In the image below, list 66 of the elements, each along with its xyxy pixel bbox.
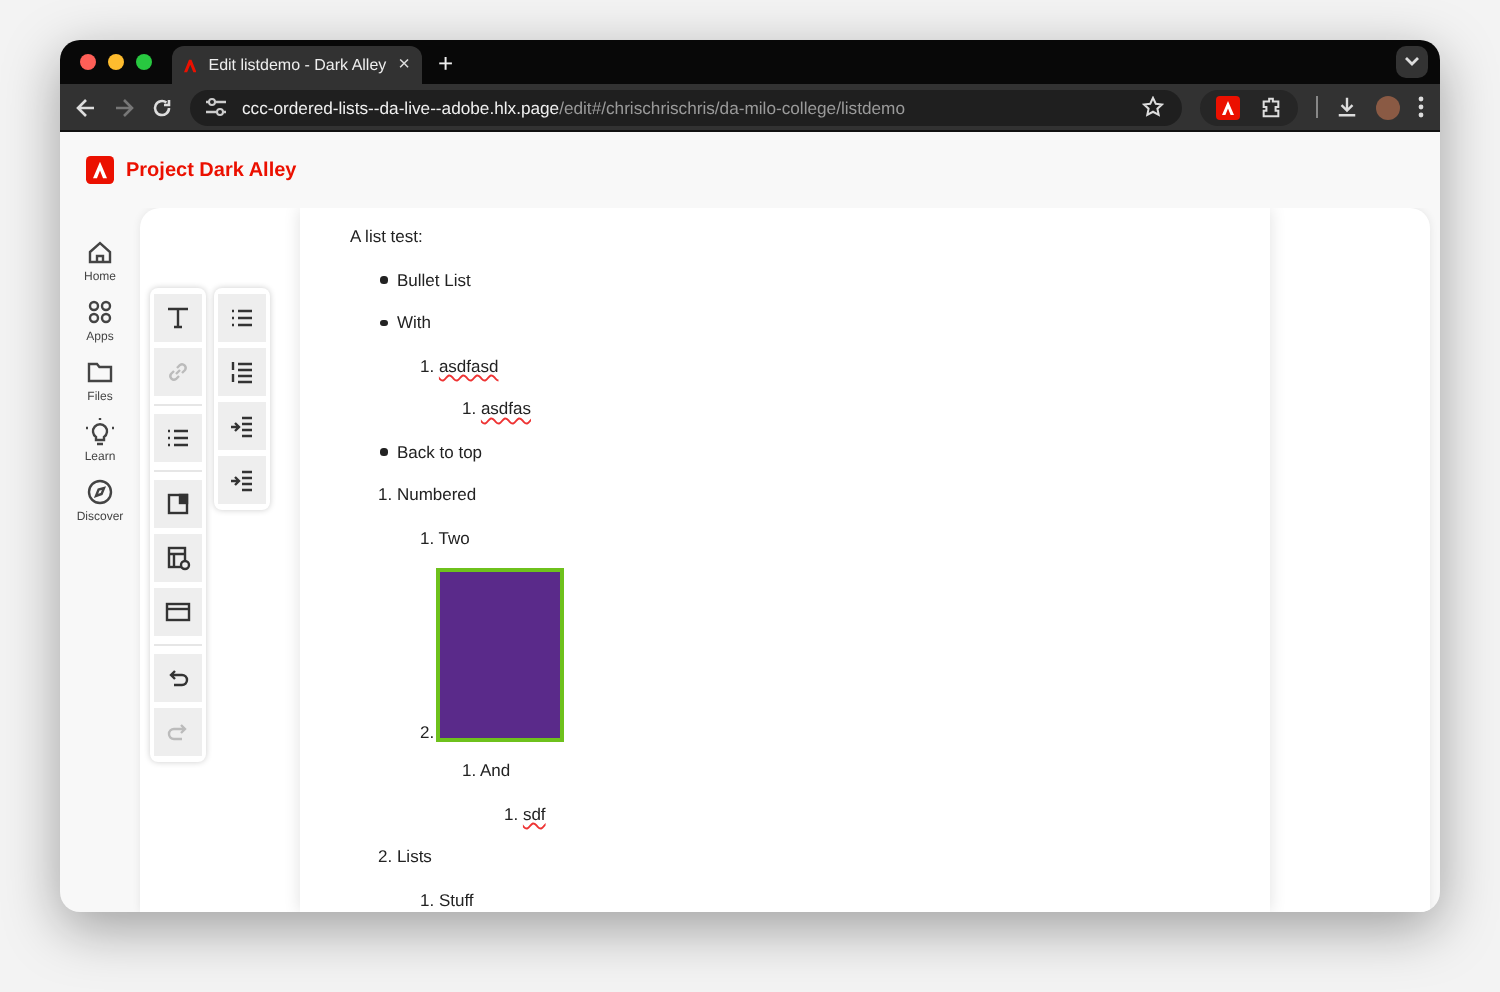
- list-item: 1. asdfas: [462, 396, 531, 420]
- indent-icon: [228, 412, 256, 440]
- indent-button[interactable]: [218, 402, 266, 450]
- reload-icon[interactable]: [152, 97, 172, 117]
- paragraph-text: A list test:: [350, 224, 425, 250]
- url-text: ccc-ordered-lists--da-live--adobe.hlx.page/edit#/chrischrischris/da-milo-college/listdemo: [242, 97, 905, 117]
- redo-icon: [164, 718, 192, 746]
- table-icon: [164, 544, 192, 572]
- logo-icon[interactable]: [86, 156, 114, 184]
- caret-icon: [1404, 56, 1420, 68]
- puzzle-icon[interactable]: [1260, 96, 1282, 118]
- site-settings-icon[interactable]: [206, 98, 226, 116]
- tab-title: Edit listdemo - Dark Alley: [208, 56, 387, 74]
- bullet-list-button[interactable]: [218, 294, 266, 342]
- block-icon: [164, 490, 192, 518]
- undo-icon: [164, 664, 192, 692]
- address-bar[interactable]: ccc-ordered-lists--da-live--adobe.hlx.page/edit#/chrischrischris/da-milo-college/listdemo: [190, 89, 1182, 125]
- menu-icon[interactable]: [1418, 96, 1424, 118]
- bookmark-star-icon[interactable]: [1142, 96, 1164, 118]
- tab-search-button[interactable]: [1396, 46, 1428, 78]
- minimize-window-icon[interactable]: [108, 54, 124, 70]
- discover-icon: [86, 478, 114, 506]
- app-title[interactable]: Project Dark Alley: [126, 159, 297, 181]
- list-button[interactable]: [154, 414, 202, 462]
- list-item: 1. Two: [420, 525, 470, 549]
- browser-tab[interactable]: Edit listdemo - Dark Alley ×: [172, 46, 422, 84]
- section-icon: [164, 598, 192, 626]
- section-button[interactable]: [154, 588, 202, 636]
- close-tab-button[interactable]: ×: [398, 55, 410, 75]
- bullet-icon: [380, 448, 387, 455]
- files-icon: [86, 358, 114, 386]
- close-window-icon[interactable]: [80, 54, 96, 70]
- list-item: 1. And: [462, 758, 511, 782]
- link-icon: [164, 358, 192, 386]
- new-tab-button[interactable]: +: [438, 49, 454, 75]
- numbered-list-button[interactable]: [218, 348, 266, 396]
- download-icon[interactable]: [1336, 96, 1358, 118]
- list-item: 1. Numbered: [378, 482, 477, 506]
- list-item: Bullet List: [397, 267, 471, 291]
- list-item: 2. Lists: [378, 844, 432, 868]
- undo-button[interactable]: [154, 654, 202, 702]
- learn-icon: [85, 418, 114, 446]
- extension-icon[interactable]: [1216, 95, 1240, 119]
- list-item: 1. sdf: [504, 801, 546, 825]
- list-item: Back to top: [397, 439, 483, 463]
- outdent-button[interactable]: [218, 456, 266, 504]
- list-item: 1. Stuff: [420, 887, 474, 911]
- block-button[interactable]: [154, 480, 202, 528]
- back-icon[interactable]: [76, 97, 96, 117]
- apps-icon: [86, 298, 114, 326]
- bullet-list-icon: [228, 304, 256, 332]
- list-item: With: [397, 310, 431, 334]
- list-icon: [164, 424, 192, 452]
- outdent-icon: [228, 466, 256, 494]
- tab-favicon-icon: [184, 55, 197, 75]
- zoom-window-icon[interactable]: [136, 54, 152, 70]
- home-icon: [85, 238, 114, 266]
- text-button[interactable]: [154, 294, 202, 342]
- bullet-icon: [380, 276, 387, 283]
- text-icon: [164, 304, 192, 332]
- forward-icon[interactable]: [114, 97, 134, 117]
- list-number: 2.: [420, 722, 435, 742]
- bullet-icon: [380, 319, 387, 326]
- numbered-list-icon: [228, 358, 256, 386]
- table-button[interactable]: [154, 534, 202, 582]
- list-item: 1. asdfasd: [420, 353, 499, 377]
